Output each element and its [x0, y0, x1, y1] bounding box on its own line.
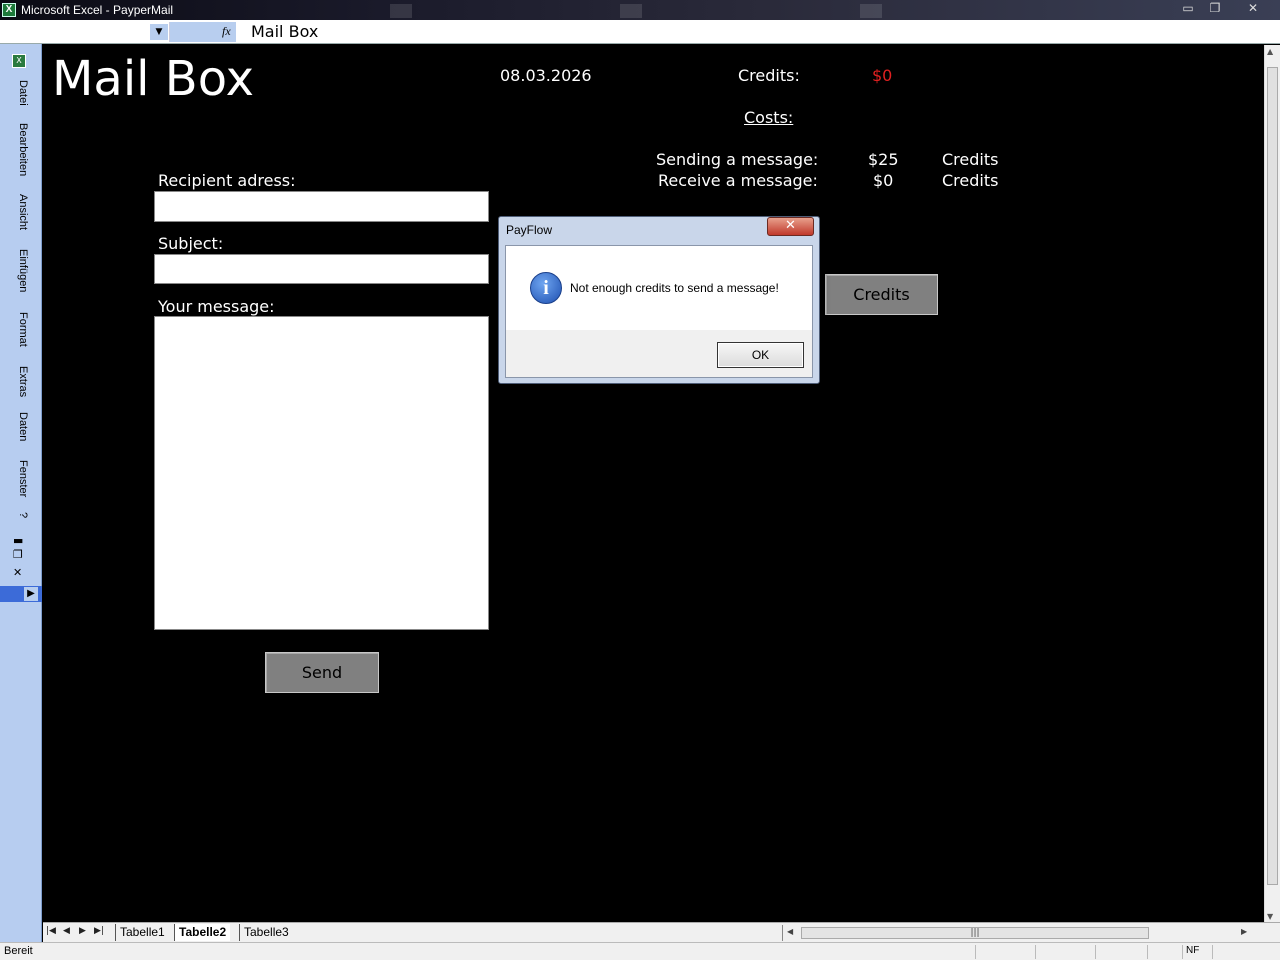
tab-tabelle3[interactable]: Tabelle3 [239, 924, 293, 941]
credits-value: $0 [872, 66, 893, 85]
last-sheet-icon[interactable]: ▶| [94, 926, 104, 936]
menu-format[interactable]: Format [9, 312, 29, 347]
ok-button[interactable]: OK [717, 342, 804, 368]
page-title: Mail Box [52, 51, 254, 107]
excel-icon: X [2, 3, 16, 17]
sheet-tab-bar: |◀ ◀ ▶ ▶| Tabelle1 Tabelle2 Tabelle3 ◀ |… [43, 922, 1280, 942]
status-cell [1095, 945, 1147, 959]
status-cell [1147, 945, 1182, 959]
message-label: Your message: [158, 297, 275, 316]
title-bar-decoration [620, 4, 642, 18]
vertical-scroll-thumb[interactable] [1267, 67, 1278, 885]
horizontal-scroll-thumb[interactable]: ||| [801, 927, 1149, 939]
menu-ansicht[interactable]: Ansicht [9, 194, 29, 230]
status-text: Bereit [4, 945, 33, 957]
cost-receive-amount: $0 [873, 171, 894, 190]
vertical-scrollbar[interactable]: ▲ ▼ [1264, 45, 1280, 923]
cost-send-unit: Credits [942, 150, 999, 169]
scroll-right-icon[interactable]: ▶ [1241, 927, 1247, 936]
doc-minimize-icon[interactable]: ▬ [13, 534, 23, 547]
menu-fenster[interactable]: Fenster [9, 460, 29, 497]
dialog-title: PayFlow [506, 223, 553, 237]
cost-send-label: Sending a message: [656, 150, 819, 169]
menu-extras[interactable]: Extras [9, 366, 29, 397]
menu-einfuegen[interactable]: Einfügen [9, 249, 29, 292]
status-nf: NF [1182, 945, 1212, 959]
name-box[interactable] [0, 22, 170, 42]
formula-function-area: fx [170, 22, 236, 42]
first-sheet-icon[interactable]: |◀ [46, 926, 56, 936]
recipient-input[interactable] [154, 191, 489, 222]
message-dialog: PayFlow ✕ i Not enough credits to send a… [498, 216, 820, 384]
next-sheet-icon[interactable]: ▶ [79, 926, 86, 936]
cost-send-amount: $25 [868, 150, 899, 169]
formula-bar: ▼ fx Mail Box [0, 20, 1280, 44]
worksheet: Mail Box 08.03.2026 Credits: $0 Costs: S… [43, 45, 1264, 923]
cost-receive-unit: Credits [942, 171, 999, 190]
dialog-message-area: i Not enough credits to send a message! [506, 246, 812, 330]
title-bar: X Microsoft Excel - PayperMail ▭ ❐ ✕ [0, 0, 1280, 20]
menu-bar: X Datei Bearbeiten Ansicht Einfügen Form… [0, 44, 42, 942]
dialog-message: Not enough credits to send a message! [570, 281, 779, 295]
recipient-label: Recipient adress: [158, 171, 296, 190]
subject-input[interactable] [154, 254, 489, 284]
chevron-right-icon[interactable]: ▶ [24, 587, 38, 601]
tab-tabelle1[interactable]: Tabelle1 [115, 924, 169, 941]
subject-label: Subject: [158, 234, 224, 253]
restore-button[interactable]: ❐ [1204, 1, 1226, 17]
doc-close-icon[interactable]: ✕ [13, 566, 22, 579]
status-cell [1212, 945, 1276, 959]
send-button[interactable]: Send [265, 652, 379, 693]
cost-receive-label: Receive a message: [658, 171, 818, 190]
formula-input[interactable]: Mail Box [251, 22, 318, 41]
close-window-button[interactable]: ✕ [1242, 1, 1264, 17]
credits-label: Credits: [738, 66, 800, 85]
menu-help[interactable]: ? [9, 512, 29, 518]
prev-sheet-icon[interactable]: ◀ [63, 926, 70, 936]
toolbar-expander[interactable]: ▶ [0, 586, 42, 602]
title-bar-decoration [860, 4, 882, 18]
window-title: Microsoft Excel - PayperMail [21, 3, 174, 17]
name-box-dropdown-icon[interactable]: ▼ [150, 24, 168, 40]
minimize-button[interactable]: ▭ [1177, 1, 1199, 17]
menu-daten[interactable]: Daten [9, 412, 29, 441]
scroll-left-icon[interactable]: ◀ [787, 927, 793, 936]
dialog-body: i Not enough credits to send a message! … [505, 245, 813, 378]
tab-tabelle2[interactable]: Tabelle2 [174, 924, 231, 941]
horizontal-scrollbar[interactable]: ◀ ||| ▶ [782, 925, 1252, 941]
scroll-down-icon[interactable]: ▼ [1267, 912, 1273, 921]
menu-datei[interactable]: Datei [9, 80, 29, 106]
doc-restore-icon[interactable]: ❐ [13, 548, 23, 561]
credits-button[interactable]: Credits [825, 274, 938, 315]
current-date: 08.03.2026 [500, 66, 592, 85]
costs-label: Costs: [744, 108, 794, 127]
dialog-close-button[interactable]: ✕ [767, 217, 814, 236]
scroll-up-icon[interactable]: ▲ [1267, 47, 1273, 56]
status-cell [975, 945, 1035, 959]
excel-doc-icon[interactable]: X [12, 54, 26, 68]
status-bar: Bereit NF [0, 942, 1280, 960]
message-textarea[interactable] [154, 316, 489, 630]
fx-icon[interactable]: fx [222, 24, 231, 39]
status-cell [1035, 945, 1095, 959]
title-bar-decoration [390, 4, 412, 18]
info-icon: i [530, 272, 562, 304]
menu-bearbeiten[interactable]: Bearbeiten [9, 123, 29, 176]
